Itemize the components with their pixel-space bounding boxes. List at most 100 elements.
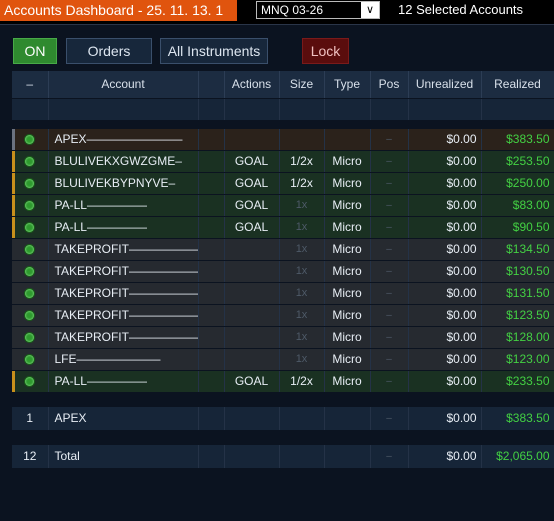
actions-cell[interactable]: GOAL	[224, 370, 280, 393]
column-header-unrealized[interactable]: Unrealized	[408, 71, 482, 99]
pos-cell: –	[370, 304, 409, 327]
all-instruments-button[interactable]: All Instruments	[160, 38, 268, 64]
column-header-realized[interactable]: Realized	[481, 71, 554, 99]
status-dot-icon	[25, 245, 35, 255]
on-button[interactable]: ON	[13, 38, 57, 64]
actions-cell[interactable]: GOAL	[224, 194, 280, 217]
row-marker	[12, 172, 15, 193]
size-cell[interactable]: 1x	[279, 326, 325, 349]
summary-pos: –	[370, 406, 409, 431]
unrealized-cell: $0.00	[408, 260, 482, 283]
type-cell: Micro	[324, 348, 371, 371]
realized-cell: $134.50	[481, 238, 554, 261]
column-header-actions[interactable]: Actions	[224, 71, 280, 99]
type-cell: Micro	[324, 238, 371, 261]
actions-cell[interactable]	[224, 348, 280, 371]
lock-button[interactable]: Lock	[302, 38, 349, 64]
type-cell: Micro	[324, 370, 371, 393]
unrealized-cell: $0.00	[408, 348, 482, 371]
type-cell	[324, 128, 371, 151]
summary-row-apex: 1 APEX – $0.00 $383.50	[12, 406, 554, 431]
realized-cell: $83.00	[481, 194, 554, 217]
row-marker	[12, 150, 15, 171]
filter-row	[12, 98, 554, 121]
status-dot-icon	[25, 289, 35, 299]
table-row[interactable]: BLULIVEKBYPNYVE– GOAL 1/2x Micro – $0.00…	[12, 172, 554, 195]
column-header-dash[interactable]: –	[12, 71, 49, 99]
total-unrealized: $0.00	[408, 444, 482, 469]
status-dot-icon	[25, 377, 35, 387]
actions-cell[interactable]: GOAL	[224, 172, 280, 195]
table-row[interactable]: PA-LL————— GOAL 1/2x Micro – $0.00 $233.…	[12, 370, 554, 393]
account-cell: TAKEPROFIT———————	[48, 282, 199, 305]
unrealized-cell: $0.00	[408, 150, 482, 173]
realized-cell: $383.50	[481, 128, 554, 151]
column-header-pos[interactable]: Pos	[370, 71, 409, 99]
status-dot-icon	[25, 157, 35, 167]
size-cell[interactable]	[279, 128, 325, 151]
table-row[interactable]: PA-LL————— GOAL 1x Micro – $0.00 $90.50	[12, 216, 554, 239]
actions-cell[interactable]	[224, 260, 280, 283]
table-row[interactable]: TAKEPROFIT——————— 1x Micro – $0.00 $134.…	[12, 238, 554, 261]
table-row[interactable]: TAKEPROFIT——————— 1x Micro – $0.00 $130.…	[12, 260, 554, 283]
actions-cell[interactable]: GOAL	[224, 216, 280, 239]
summary-realized: $383.50	[481, 406, 554, 431]
size-cell[interactable]: 1x	[279, 194, 325, 217]
actions-cell[interactable]: GOAL	[224, 150, 280, 173]
account-cell: APEX————————	[48, 128, 199, 151]
size-cell[interactable]: 1x	[279, 260, 325, 283]
title-bar: Accounts Dashboard - 25. 11. 13. 1 MNQ 0…	[0, 0, 554, 21]
size-cell[interactable]: 1/2x	[279, 370, 325, 393]
realized-cell: $131.50	[481, 282, 554, 305]
actions-cell[interactable]	[224, 128, 280, 151]
column-header-size[interactable]: Size	[279, 71, 325, 99]
size-cell[interactable]: 1/2x	[279, 172, 325, 195]
actions-cell[interactable]	[224, 282, 280, 305]
instrument-select[interactable]: MNQ 03-26 ∨	[256, 1, 380, 19]
table-header: – Account Actions Size Type Pos Unrealiz…	[12, 71, 554, 99]
summary-row-total: 12 Total – $0.00 $2,065.00	[12, 444, 554, 469]
pos-cell: –	[370, 370, 409, 393]
type-cell: Micro	[324, 216, 371, 239]
column-header-account[interactable]: Account	[48, 71, 199, 99]
size-cell[interactable]: 1x	[279, 348, 325, 371]
size-cell[interactable]: 1x	[279, 282, 325, 305]
table-row[interactable]: BLULIVEKXGWZGME– GOAL 1/2x Micro – $0.00…	[12, 150, 554, 173]
unrealized-cell: $0.00	[408, 172, 482, 195]
size-cell[interactable]: 1x	[279, 216, 325, 239]
account-cell: LFE———————	[48, 348, 199, 371]
table-row[interactable]: TAKEPROFIT——————— 1x Micro – $0.00 $128.…	[12, 326, 554, 349]
orders-button[interactable]: Orders	[66, 38, 152, 64]
actions-cell[interactable]	[224, 238, 280, 261]
selected-accounts-label: 12 Selected Accounts	[398, 2, 524, 17]
size-cell[interactable]: 1x	[279, 304, 325, 327]
row-marker	[12, 128, 15, 149]
spacer-row	[12, 120, 554, 129]
actions-cell[interactable]	[224, 304, 280, 327]
pos-cell: –	[370, 194, 409, 217]
type-cell: Micro	[324, 150, 371, 173]
unrealized-cell: $0.00	[408, 326, 482, 349]
column-header-type[interactable]: Type	[324, 71, 371, 99]
table-row[interactable]: LFE——————— 1x Micro – $0.00 $123.00	[12, 348, 554, 371]
table-row[interactable]: APEX———————— – $0.00 $383.50	[12, 128, 554, 151]
status-dot-icon	[25, 223, 35, 233]
table-row[interactable]: PA-LL————— GOAL 1x Micro – $0.00 $83.00	[12, 194, 554, 217]
total-count: 12	[12, 444, 49, 469]
table-row[interactable]: TAKEPROFIT——————— 1x Micro – $0.00 $131.…	[12, 282, 554, 305]
status-dot-icon	[25, 267, 35, 277]
accounts-table: – Account Actions Size Type Pos Unrealiz…	[12, 71, 554, 469]
size-cell[interactable]: 1/2x	[279, 150, 325, 173]
unrealized-cell: $0.00	[408, 282, 482, 305]
spacer-row	[12, 392, 554, 407]
total-label: Total	[48, 444, 199, 469]
chevron-down-icon[interactable]: ∨	[361, 2, 379, 18]
account-cell: PA-LL—————	[48, 370, 199, 393]
type-cell: Micro	[324, 326, 371, 349]
status-dot-icon	[25, 201, 35, 211]
account-cell: TAKEPROFIT———————	[48, 238, 199, 261]
row-marker	[12, 216, 15, 237]
size-cell[interactable]: 1x	[279, 238, 325, 261]
table-row[interactable]: TAKEPROFIT——————— 1x Micro – $0.00 $123.…	[12, 304, 554, 327]
actions-cell[interactable]	[224, 326, 280, 349]
